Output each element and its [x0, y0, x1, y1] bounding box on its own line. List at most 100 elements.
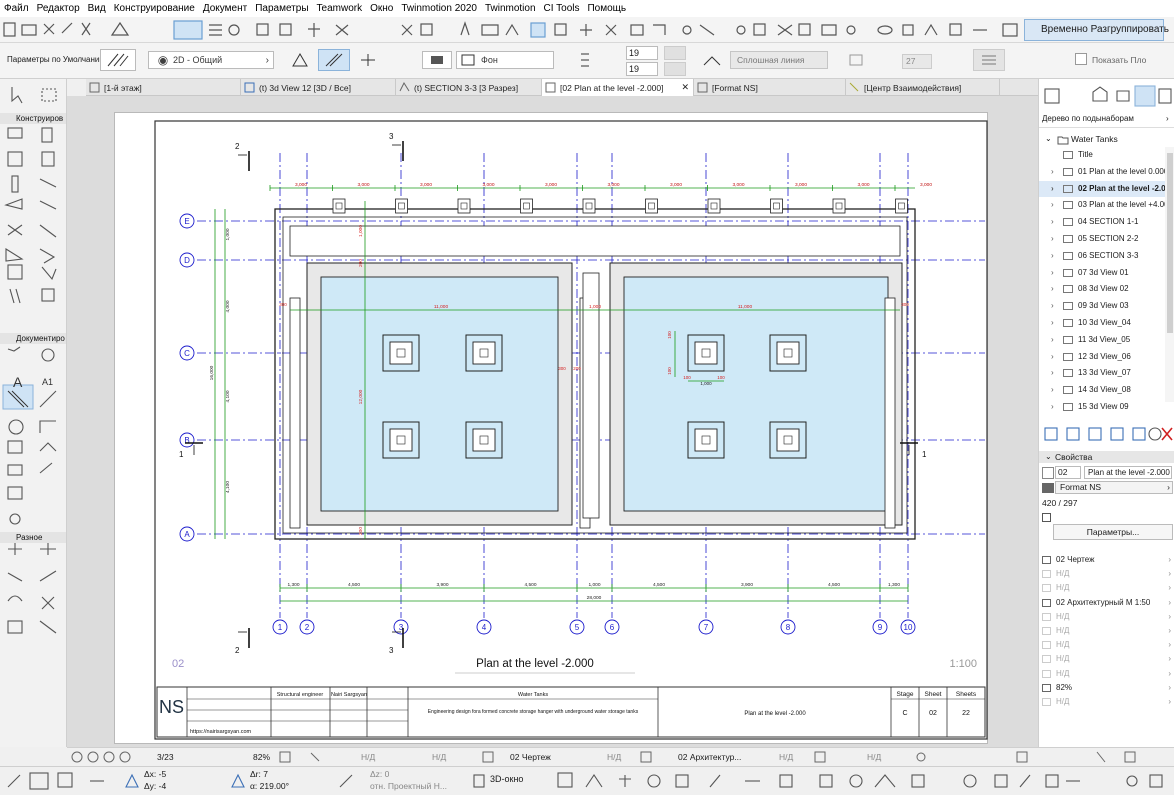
filter-icon[interactable]: [779, 774, 793, 788]
line-tool[interactable]: [39, 390, 57, 408]
tab-section[interactable]: (t) SECTION 3-3 [3 Разрез]: [396, 79, 542, 96]
chevron-right-icon[interactable]: ›: [1051, 265, 1054, 281]
section-more[interactable]: Разное: [0, 532, 66, 543]
tree-item[interactable]: › 03 Plan at the level +4.000: [1039, 197, 1165, 214]
background-icon[interactable]: [911, 774, 925, 788]
slab-tool[interactable]: [4, 198, 23, 210]
user-icon[interactable]: [308, 23, 320, 37]
layout-canvas[interactable]: E D C B A 1 2 3 4 5 6 7 8 9 10 3,000 3,000 3,000 3,000 3,00…: [67, 96, 1038, 747]
menu-item-11[interactable]: Помощь: [587, 3, 626, 14]
peak-icon[interactable]: [924, 23, 938, 36]
chevron-right-icon[interactable]: ›: [1051, 281, 1054, 297]
menu-item-5[interactable]: Параметры: [255, 3, 308, 14]
pillar-tool[interactable]: [11, 175, 19, 193]
chevron-right-icon[interactable]: ›: [1051, 349, 1054, 365]
shape-icon[interactable]: [902, 24, 914, 36]
tree-item[interactable]: › 12 3d View_06: [1039, 349, 1165, 366]
tab-collab[interactable]: [Центр Взаимодействия]: [846, 79, 1000, 96]
chevron-down-icon[interactable]: ⌄: [1045, 452, 1052, 461]
wall-tool[interactable]: [7, 127, 23, 139]
hatch-selected-button[interactable]: [318, 49, 350, 71]
camera-tool[interactable]: [9, 513, 21, 525]
chevron-right-icon[interactable]: ›: [1166, 114, 1169, 123]
close-tab-icon[interactable]: ✕: [681, 82, 689, 93]
ring-icon[interactable]: [846, 25, 856, 35]
beam-tool[interactable]: [39, 178, 57, 188]
property-row[interactable]: Н/Д ›: [1039, 695, 1174, 709]
new-file-icon[interactable]: [3, 22, 16, 37]
grid-menu-icon[interactable]: [1149, 774, 1163, 788]
display-icon[interactable]: [1016, 751, 1028, 763]
guide-line-icon[interactable]: [7, 774, 21, 788]
layout-book-icon[interactable]: [1116, 90, 1130, 102]
marker-icon[interactable]: [335, 24, 349, 36]
property-row[interactable]: Н/Д ›: [1039, 610, 1174, 624]
3d-window-button[interactable]: 3D-окно: [490, 774, 523, 784]
search-icon[interactable]: [1126, 775, 1138, 787]
refresh-icon[interactable]: [1148, 427, 1162, 441]
crosshair-icon[interactable]: [580, 24, 592, 36]
chevron-right-icon[interactable]: ›: [1051, 181, 1054, 197]
delete-icon[interactable]: [1161, 427, 1173, 441]
layer-field[interactable]: 19: [626, 46, 658, 60]
menu-item-6[interactable]: Teamwork: [317, 3, 363, 14]
zoom-out-icon[interactable]: [119, 751, 131, 763]
chevron-right-icon[interactable]: ›: [1051, 197, 1054, 213]
menu-item-10[interactable]: CI Tools: [544, 3, 580, 14]
marquee-tool[interactable]: [41, 88, 57, 102]
renovation-icon[interactable]: [916, 752, 926, 762]
x-icon[interactable]: [777, 24, 793, 36]
spline-tool[interactable]: [7, 595, 23, 602]
tree-item[interactable]: Title: [1039, 147, 1165, 164]
property-row[interactable]: Н/Д ›: [1039, 638, 1174, 652]
chevron-down-icon[interactable]: ⌄: [1045, 134, 1052, 143]
measure-icon[interactable]: [699, 24, 715, 36]
property-row[interactable]: Н/Д ›: [1039, 581, 1174, 595]
scissors-icon[interactable]: [81, 22, 91, 36]
3d-icon[interactable]: [473, 774, 485, 788]
open-file-icon[interactable]: [21, 24, 37, 36]
rotate-view-icon[interactable]: [310, 752, 320, 762]
fill-edit-button[interactable]: [355, 49, 381, 71]
tab-master[interactable]: [Format NS]: [694, 79, 846, 96]
layout-id-field[interactable]: 02: [1055, 466, 1081, 479]
new-master-icon[interactable]: [1088, 427, 1102, 441]
gravity-icon[interactable]: [57, 772, 73, 788]
property-row[interactable]: Н/Д ›: [1039, 652, 1174, 666]
detail-tool[interactable]: [7, 464, 23, 476]
arrow-tool-icon[interactable]: [110, 21, 130, 36]
render-icon[interactable]: [1019, 774, 1031, 788]
selection-tool-button[interactable]: [173, 20, 203, 40]
view-dropdown[interactable]: ◉ 2D - Общий ›: [148, 51, 274, 69]
tree-root[interactable]: Water Tanks: [1071, 134, 1118, 144]
element-icon[interactable]: [256, 23, 269, 36]
property-row[interactable]: 02 Архитектурный М 1:50 ›: [1039, 596, 1174, 610]
worksheet-tool[interactable]: [39, 462, 53, 474]
grid-element-tool[interactable]: [8, 543, 22, 555]
pen-field[interactable]: 19: [626, 62, 658, 76]
section-tool[interactable]: [40, 543, 56, 555]
chevron-right-icon[interactable]: ›: [1051, 298, 1054, 314]
angle-icon[interactable]: [339, 774, 353, 788]
camera-icon[interactable]: [963, 774, 977, 788]
tree-item[interactable]: › 07 3d View 01: [1039, 265, 1165, 282]
chevron-right-icon[interactable]: ›: [1051, 382, 1054, 398]
organizer-icon[interactable]: [1158, 88, 1172, 104]
layout-icon[interactable]: [482, 751, 494, 763]
shading-icon[interactable]: [849, 774, 863, 788]
guide-icon[interactable]: [605, 24, 617, 36]
sun-icon[interactable]: [874, 774, 896, 788]
rotate-icon[interactable]: [505, 23, 519, 36]
hotspot-tool[interactable]: [41, 596, 55, 610]
tree-item[interactable]: › 06 SECTION 3-3: [1039, 248, 1165, 265]
arrow-selection-tool[interactable]: [11, 87, 23, 104]
reference-level[interactable]: отн. Проектный Н...: [370, 781, 447, 791]
box-icon[interactable]: [753, 23, 766, 36]
fill-type-button[interactable]: [287, 49, 313, 71]
parameters-button[interactable]: Параметры...: [1053, 524, 1173, 540]
chevron-right-icon[interactable]: ›: [1051, 214, 1054, 230]
list-view-button[interactable]: [973, 49, 1005, 71]
regroup-button[interactable]: Временно Разгруппировать: [1024, 19, 1169, 41]
tree-item[interactable]: › 15 3d View 09: [1039, 399, 1165, 416]
polyline-tool[interactable]: [39, 420, 56, 433]
